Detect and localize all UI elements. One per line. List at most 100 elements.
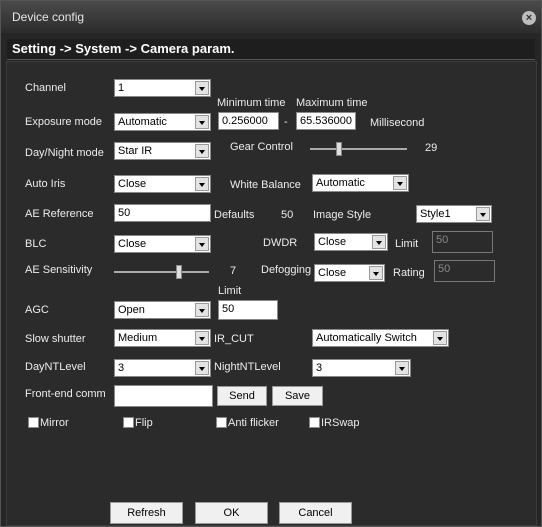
ae-reference-input[interactable]: 50 (114, 204, 211, 222)
irswap-label: IRSwap (321, 417, 360, 429)
close-icon[interactable]: × (522, 11, 536, 25)
rating-label: Rating (393, 267, 425, 279)
channel-select[interactable]: 1 (114, 79, 211, 97)
auto-iris-value: Close (118, 178, 147, 190)
defaults-value: 50 (281, 209, 294, 221)
millisecond-label: Millisecond (370, 117, 425, 129)
maximum-time-input[interactable]: 65.536000 (296, 112, 356, 130)
agc-limit-input[interactable]: 50 (218, 300, 278, 320)
defogging-value: Close (318, 267, 347, 279)
image-style-value: Style1 (420, 208, 451, 220)
anti-flicker-label: Anti flicker (228, 417, 279, 429)
breadcrumb-text: Setting -> System -> Camera param. (12, 41, 235, 56)
slow-shutter-label: Slow shutter (25, 333, 86, 345)
channel-label: Channel (25, 82, 66, 94)
chevron-down-icon (195, 331, 209, 345)
slider-track (114, 271, 209, 273)
gear-control-value: 29 (425, 142, 438, 154)
gear-control-slider[interactable] (310, 142, 407, 156)
defogging-label: Defogging (261, 264, 312, 276)
slider-track (310, 148, 407, 150)
dwdr-limit-input[interactable]: 50 (432, 231, 493, 253)
auto-iris-label: Auto Iris (25, 178, 66, 190)
rating-input[interactable]: 50 (434, 260, 495, 282)
agc-select[interactable]: Open (114, 301, 211, 319)
breadcrumb: Setting -> System -> Camera param. (7, 39, 535, 60)
blc-label: BLC (25, 238, 47, 250)
ir-cut-select[interactable]: Automatically Switch (312, 329, 449, 347)
title-bar[interactable]: Device config × (1, 1, 541, 33)
irswap-checkbox[interactable] (309, 417, 320, 428)
ir-cut-label: IR_CUT (214, 333, 254, 345)
ae-reference-label: AE Reference (25, 208, 94, 220)
camera-param-panel: Channel 1 Minimum time Maximum time Expo… (6, 61, 537, 526)
device-config-window: Device config × Setting -> System -> Cam… (0, 0, 542, 527)
save-button[interactable]: Save (272, 386, 323, 406)
white-balance-value: Automatic (316, 177, 365, 189)
dwdr-limit-label: Limit (395, 238, 419, 250)
chevron-down-icon (372, 235, 386, 249)
day-night-mode-label: Day/Night mode (25, 147, 104, 159)
mirror-label: Mirror (40, 417, 69, 429)
agc-limit-label: Limit (218, 285, 242, 297)
chevron-down-icon (195, 81, 209, 95)
chevron-down-icon (195, 361, 209, 375)
day-nt-level-label: DayNTLevel (25, 361, 86, 373)
white-balance-select[interactable]: Automatic (312, 174, 409, 192)
dwdr-label: DWDR (263, 237, 298, 249)
ae-sensitivity-value: 7 (230, 265, 237, 277)
cancel-button[interactable]: Cancel (279, 502, 352, 524)
chevron-down-icon (393, 176, 407, 190)
chevron-down-icon (195, 237, 209, 251)
day-nt-level-value: 3 (118, 362, 125, 374)
flip-checkbox[interactable] (123, 417, 134, 428)
gear-control-label: Gear Control (230, 141, 293, 153)
chevron-down-icon (195, 303, 209, 317)
minimum-time-label: Minimum time (217, 97, 286, 109)
slider-thumb[interactable] (176, 265, 182, 279)
slow-shutter-select[interactable]: Medium (114, 329, 211, 347)
time-range-dash: - (284, 116, 288, 128)
chevron-down-icon (369, 266, 383, 280)
blc-value: Close (118, 238, 147, 250)
dwdr-select[interactable]: Close (314, 233, 388, 251)
chevron-down-icon (195, 177, 209, 191)
front-end-comm-input[interactable] (114, 385, 213, 407)
defaults-label: Defaults (214, 209, 255, 221)
ir-cut-value: Automatically Switch (316, 332, 417, 344)
slow-shutter-value: Medium (118, 332, 158, 344)
agc-label: AGC (25, 304, 49, 316)
day-night-mode-value: Star IR (118, 145, 153, 157)
chevron-down-icon (395, 361, 409, 375)
exposure-mode-label: Exposure mode (25, 116, 103, 128)
defogging-select[interactable]: Close (314, 264, 385, 282)
image-style-label: Image Style (313, 209, 372, 221)
front-end-comm-label: Front-end comm (25, 388, 106, 400)
white-balance-label: White Balance (230, 179, 301, 191)
ae-sensitivity-label: AE Sensitivity (25, 264, 93, 276)
chevron-down-icon (476, 207, 490, 221)
ok-button[interactable]: OK (195, 502, 268, 524)
minimum-time-input[interactable]: 0.256000 (218, 112, 279, 130)
day-night-mode-select[interactable]: Star IR (114, 142, 211, 160)
chevron-down-icon (433, 331, 447, 345)
image-style-select[interactable]: Style1 (416, 205, 492, 223)
night-nt-level-select[interactable]: 3 (312, 359, 411, 377)
exposure-mode-select[interactable]: Automatic (114, 113, 211, 131)
channel-select-value: 1 (118, 82, 125, 94)
blc-select[interactable]: Close (114, 235, 211, 253)
auto-iris-select[interactable]: Close (114, 175, 211, 193)
maximum-time-label: Maximum time (296, 97, 368, 109)
night-nt-level-label: NightNTLevel (214, 361, 281, 373)
refresh-button[interactable]: Refresh (110, 502, 183, 524)
chevron-down-icon (195, 144, 209, 158)
slider-thumb[interactable] (336, 142, 342, 156)
mirror-checkbox[interactable] (28, 417, 39, 428)
send-button[interactable]: Send (217, 386, 267, 406)
night-nt-level-value: 3 (316, 362, 323, 374)
flip-label: Flip (135, 417, 153, 429)
window-title: Device config (12, 10, 85, 24)
ae-sensitivity-slider[interactable] (114, 265, 209, 279)
anti-flicker-checkbox[interactable] (216, 417, 227, 428)
day-nt-level-select[interactable]: 3 (114, 359, 211, 377)
